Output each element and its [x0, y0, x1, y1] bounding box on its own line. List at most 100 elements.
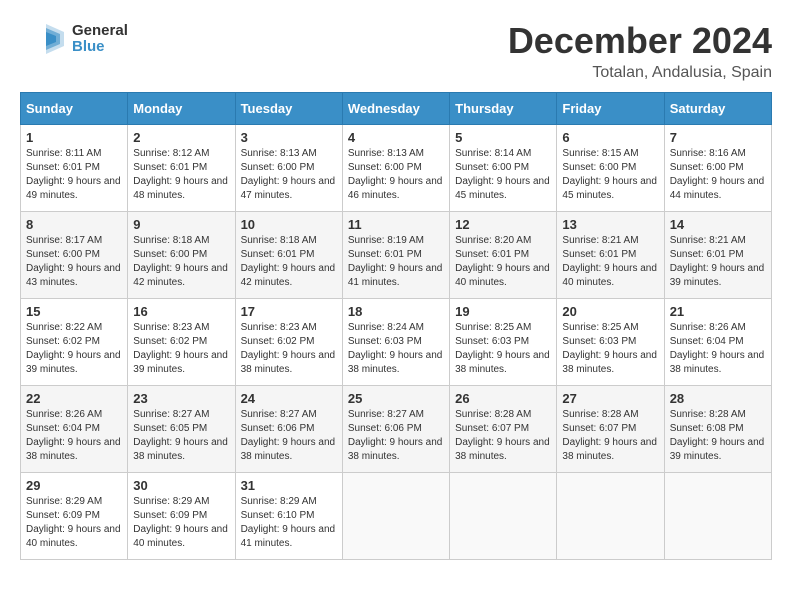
day-info: Sunrise: 8:26 AMSunset: 6:04 PMDaylight:… — [26, 409, 121, 462]
day-info: Sunrise: 8:29 AMSunset: 6:09 PMDaylight:… — [26, 496, 121, 549]
day-number: 11 — [348, 217, 444, 232]
day-info: Sunrise: 8:28 AMSunset: 6:08 PMDaylight:… — [670, 409, 765, 462]
day-info: Sunrise: 8:21 AMSunset: 6:01 PMDaylight:… — [562, 235, 657, 288]
calendar-cell: 24 Sunrise: 8:27 AMSunset: 6:06 PMDaylig… — [235, 386, 342, 473]
day-number: 10 — [241, 217, 337, 232]
weekday-header-monday: Monday — [128, 93, 235, 125]
day-number: 22 — [26, 391, 122, 406]
weekday-header-wednesday: Wednesday — [342, 93, 449, 125]
day-number: 23 — [133, 391, 229, 406]
day-info: Sunrise: 8:28 AMSunset: 6:07 PMDaylight:… — [562, 409, 657, 462]
day-number: 28 — [670, 391, 766, 406]
day-number: 14 — [670, 217, 766, 232]
day-info: Sunrise: 8:18 AMSunset: 6:01 PMDaylight:… — [241, 235, 336, 288]
calendar-cell: 22 Sunrise: 8:26 AMSunset: 6:04 PMDaylig… — [21, 386, 128, 473]
day-info: Sunrise: 8:15 AMSunset: 6:00 PMDaylight:… — [562, 148, 657, 201]
day-number: 17 — [241, 304, 337, 319]
calendar-cell: 29 Sunrise: 8:29 AMSunset: 6:09 PMDaylig… — [21, 473, 128, 560]
day-info: Sunrise: 8:25 AMSunset: 6:03 PMDaylight:… — [455, 322, 550, 375]
day-number: 31 — [241, 478, 337, 493]
calendar-cell — [664, 473, 771, 560]
calendar-cell: 5 Sunrise: 8:14 AMSunset: 6:00 PMDayligh… — [450, 125, 557, 212]
location-title: Totalan, Andalusia, Spain — [508, 64, 772, 82]
calendar-cell: 9 Sunrise: 8:18 AMSunset: 6:00 PMDayligh… — [128, 212, 235, 299]
logo-blue-text: Blue — [72, 39, 128, 56]
calendar-week-4: 22 Sunrise: 8:26 AMSunset: 6:04 PMDaylig… — [21, 386, 772, 473]
day-number: 13 — [562, 217, 658, 232]
day-info: Sunrise: 8:27 AMSunset: 6:06 PMDaylight:… — [348, 409, 443, 462]
weekday-header-sunday: Sunday — [21, 93, 128, 125]
calendar-cell: 3 Sunrise: 8:13 AMSunset: 6:00 PMDayligh… — [235, 125, 342, 212]
month-title: December 2024 — [508, 20, 772, 62]
weekday-header-tuesday: Tuesday — [235, 93, 342, 125]
day-number: 1 — [26, 130, 122, 145]
calendar-cell: 21 Sunrise: 8:26 AMSunset: 6:04 PMDaylig… — [664, 299, 771, 386]
day-info: Sunrise: 8:27 AMSunset: 6:06 PMDaylight:… — [241, 409, 336, 462]
day-info: Sunrise: 8:14 AMSunset: 6:00 PMDaylight:… — [455, 148, 550, 201]
calendar-cell: 2 Sunrise: 8:12 AMSunset: 6:01 PMDayligh… — [128, 125, 235, 212]
calendar-cell: 19 Sunrise: 8:25 AMSunset: 6:03 PMDaylig… — [450, 299, 557, 386]
calendar-cell: 11 Sunrise: 8:19 AMSunset: 6:01 PMDaylig… — [342, 212, 449, 299]
logo: General Blue — [20, 20, 128, 58]
calendar-cell: 25 Sunrise: 8:27 AMSunset: 6:06 PMDaylig… — [342, 386, 449, 473]
day-number: 30 — [133, 478, 229, 493]
weekday-header-saturday: Saturday — [664, 93, 771, 125]
day-number: 18 — [348, 304, 444, 319]
day-number: 29 — [26, 478, 122, 493]
day-info: Sunrise: 8:26 AMSunset: 6:04 PMDaylight:… — [670, 322, 765, 375]
day-number: 26 — [455, 391, 551, 406]
calendar-cell: 15 Sunrise: 8:22 AMSunset: 6:02 PMDaylig… — [21, 299, 128, 386]
day-info: Sunrise: 8:25 AMSunset: 6:03 PMDaylight:… — [562, 322, 657, 375]
calendar-week-5: 29 Sunrise: 8:29 AMSunset: 6:09 PMDaylig… — [21, 473, 772, 560]
day-info: Sunrise: 8:20 AMSunset: 6:01 PMDaylight:… — [455, 235, 550, 288]
day-info: Sunrise: 8:22 AMSunset: 6:02 PMDaylight:… — [26, 322, 121, 375]
calendar-cell: 30 Sunrise: 8:29 AMSunset: 6:09 PMDaylig… — [128, 473, 235, 560]
day-number: 20 — [562, 304, 658, 319]
calendar-week-2: 8 Sunrise: 8:17 AMSunset: 6:00 PMDayligh… — [21, 212, 772, 299]
day-info: Sunrise: 8:18 AMSunset: 6:00 PMDaylight:… — [133, 235, 228, 288]
calendar-cell: 4 Sunrise: 8:13 AMSunset: 6:00 PMDayligh… — [342, 125, 449, 212]
calendar-cell: 1 Sunrise: 8:11 AMSunset: 6:01 PMDayligh… — [21, 125, 128, 212]
day-number: 8 — [26, 217, 122, 232]
weekday-header-row: SundayMondayTuesdayWednesdayThursdayFrid… — [21, 93, 772, 125]
day-number: 24 — [241, 391, 337, 406]
calendar-week-1: 1 Sunrise: 8:11 AMSunset: 6:01 PMDayligh… — [21, 125, 772, 212]
day-info: Sunrise: 8:28 AMSunset: 6:07 PMDaylight:… — [455, 409, 550, 462]
day-number: 19 — [455, 304, 551, 319]
calendar-cell: 7 Sunrise: 8:16 AMSunset: 6:00 PMDayligh… — [664, 125, 771, 212]
logo-icon — [20, 20, 68, 58]
day-info: Sunrise: 8:17 AMSunset: 6:00 PMDaylight:… — [26, 235, 121, 288]
day-info: Sunrise: 8:27 AMSunset: 6:05 PMDaylight:… — [133, 409, 228, 462]
day-number: 27 — [562, 391, 658, 406]
day-info: Sunrise: 8:23 AMSunset: 6:02 PMDaylight:… — [241, 322, 336, 375]
calendar-cell: 23 Sunrise: 8:27 AMSunset: 6:05 PMDaylig… — [128, 386, 235, 473]
day-number: 7 — [670, 130, 766, 145]
weekday-header-thursday: Thursday — [450, 93, 557, 125]
calendar-cell: 10 Sunrise: 8:18 AMSunset: 6:01 PMDaylig… — [235, 212, 342, 299]
page-header: General Blue December 2024 Totalan, Anda… — [20, 20, 772, 82]
day-number: 21 — [670, 304, 766, 319]
logo-general-text: General — [72, 23, 128, 40]
day-number: 12 — [455, 217, 551, 232]
calendar-cell: 20 Sunrise: 8:25 AMSunset: 6:03 PMDaylig… — [557, 299, 664, 386]
calendar-cell: 28 Sunrise: 8:28 AMSunset: 6:08 PMDaylig… — [664, 386, 771, 473]
calendar-cell: 31 Sunrise: 8:29 AMSunset: 6:10 PMDaylig… — [235, 473, 342, 560]
calendar-week-3: 15 Sunrise: 8:22 AMSunset: 6:02 PMDaylig… — [21, 299, 772, 386]
day-info: Sunrise: 8:29 AMSunset: 6:09 PMDaylight:… — [133, 496, 228, 549]
calendar-table: SundayMondayTuesdayWednesdayThursdayFrid… — [20, 92, 772, 560]
calendar-cell — [450, 473, 557, 560]
calendar-cell: 16 Sunrise: 8:23 AMSunset: 6:02 PMDaylig… — [128, 299, 235, 386]
day-info: Sunrise: 8:16 AMSunset: 6:00 PMDaylight:… — [670, 148, 765, 201]
day-number: 5 — [455, 130, 551, 145]
day-number: 2 — [133, 130, 229, 145]
day-number: 15 — [26, 304, 122, 319]
day-info: Sunrise: 8:13 AMSunset: 6:00 PMDaylight:… — [241, 148, 336, 201]
calendar-cell: 12 Sunrise: 8:20 AMSunset: 6:01 PMDaylig… — [450, 212, 557, 299]
title-block: December 2024 Totalan, Andalusia, Spain — [508, 20, 772, 82]
day-info: Sunrise: 8:11 AMSunset: 6:01 PMDaylight:… — [26, 148, 121, 201]
weekday-header-friday: Friday — [557, 93, 664, 125]
calendar-cell: 14 Sunrise: 8:21 AMSunset: 6:01 PMDaylig… — [664, 212, 771, 299]
calendar-cell: 8 Sunrise: 8:17 AMSunset: 6:00 PMDayligh… — [21, 212, 128, 299]
day-number: 9 — [133, 217, 229, 232]
day-number: 16 — [133, 304, 229, 319]
